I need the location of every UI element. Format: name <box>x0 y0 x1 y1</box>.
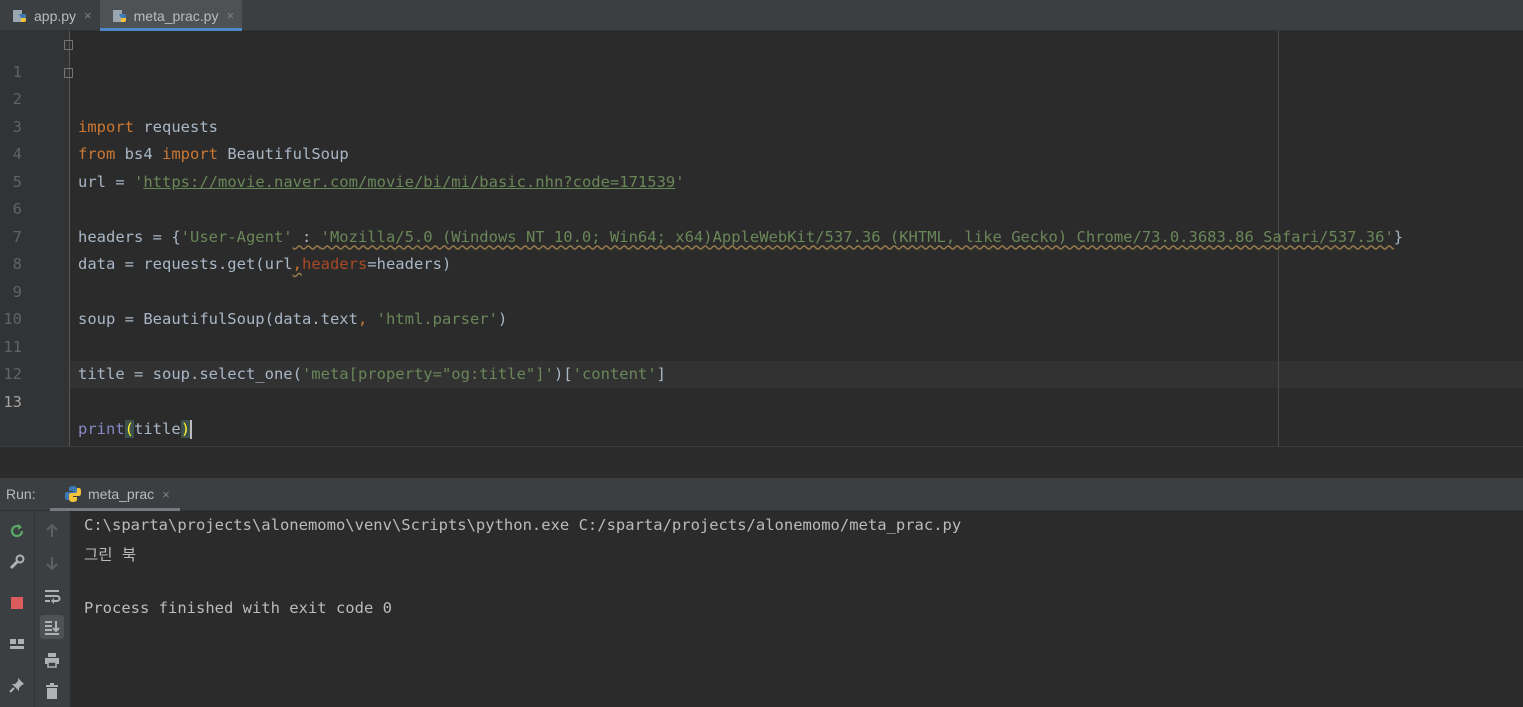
code-line: 4 url = 'https://movie.naver.com/movie/b… <box>0 114 1523 191</box>
soft-wrap-icon <box>45 590 61 604</box>
arrow-up-icon <box>46 523 58 537</box>
python-file-icon <box>13 9 26 22</box>
text-caret <box>190 420 193 439</box>
print-icon <box>45 653 59 668</box>
close-icon[interactable]: × <box>162 487 170 502</box>
code-line: 5 <box>0 141 1523 191</box>
code-lines: 1 import requests 2 from bs4 import Beau… <box>0 31 1523 439</box>
scroll-to-end-icon <box>45 621 60 635</box>
code-line: 8 <box>0 224 1523 273</box>
trash-icon <box>46 683 58 699</box>
python-file-icon <box>112 9 126 22</box>
run-tool-window-header: Run: meta_prac × <box>0 478 1523 511</box>
scroll-down-button[interactable] <box>40 551 64 575</box>
run-toolbar-primary <box>0 511 34 707</box>
editor-tab-bar: app.py × meta_prac.py × <box>0 0 1523 31</box>
tab-app-py[interactable]: app.py × <box>0 0 100 31</box>
console-line-exit: Process finished with exit code 0 <box>84 599 392 617</box>
tab-label: meta_prac.py <box>133 7 219 24</box>
code-line: 1 import requests <box>0 31 1523 136</box>
pin-tab-button[interactable] <box>5 673 29 697</box>
code-editor[interactable]: 1 import requests 2 from bs4 import Beau… <box>0 31 1523 446</box>
console-line-command: C:\sparta\projects\alonemomo\venv\Script… <box>84 516 962 534</box>
close-icon[interactable]: × <box>84 8 92 23</box>
code-line: 13 print(title) <box>0 361 1523 439</box>
rerun-icon <box>10 524 24 538</box>
code-line: 6 headers = {'User-Agent' : 'Mozilla/5.0… <box>0 169 1523 246</box>
matched-brace: ( <box>124 420 135 438</box>
code-line: 3 <box>0 86 1523 136</box>
run-tab-meta-prac[interactable]: meta_prac × <box>50 478 180 511</box>
tab-label: app.py <box>34 7 77 24</box>
builtin-function: print <box>78 420 125 438</box>
run-tab-label: meta_prac <box>88 486 155 502</box>
run-label: Run: <box>6 486 36 502</box>
code-line: 10 <box>0 279 1523 328</box>
rerun-button[interactable] <box>5 519 29 543</box>
run-console-output[interactable]: C:\sparta\projects\alonemomo\venv\Script… <box>70 511 1523 707</box>
code-text: title <box>134 420 181 438</box>
pin-icon <box>9 678 24 693</box>
panel-splitter[interactable] <box>0 446 1523 478</box>
code-line: 7 data = requests.get(url,headers=header… <box>0 196 1523 274</box>
stop-button[interactable] <box>5 591 29 615</box>
tab-meta-prac-py[interactable]: meta_prac.py × <box>99 0 243 31</box>
scroll-to-end-button[interactable] <box>40 615 64 639</box>
restore-layout-button[interactable] <box>5 632 29 656</box>
code-line: 12 <box>0 334 1523 383</box>
fold-icon[interactable] <box>64 67 73 78</box>
wrench-icon <box>9 554 25 570</box>
close-icon[interactable]: × <box>226 8 234 23</box>
code-line: 9 soup = BeautifulSoup(data.text, 'html.… <box>0 251 1523 329</box>
clear-all-button[interactable] <box>40 679 64 703</box>
arrow-down-icon <box>46 557 58 571</box>
stop-icon <box>11 597 23 609</box>
run-toolbar-secondary <box>34 511 70 707</box>
python-icon <box>65 486 81 502</box>
line-number: 13 <box>3 392 22 411</box>
print-button[interactable] <box>40 648 64 672</box>
matched-brace: ) <box>180 420 191 438</box>
scroll-up-button[interactable] <box>40 519 64 543</box>
code-line: 11 title = soup.select_one('meta[propert… <box>0 306 1523 384</box>
soft-wrap-button[interactable] <box>40 584 64 608</box>
layout-icon <box>10 639 24 649</box>
console-line-output: 그린 북 <box>84 546 137 564</box>
fold-icon[interactable] <box>64 40 73 50</box>
edit-configuration-button[interactable] <box>5 550 29 574</box>
code-line: 2 from bs4 import BeautifulSoup <box>0 59 1523 163</box>
